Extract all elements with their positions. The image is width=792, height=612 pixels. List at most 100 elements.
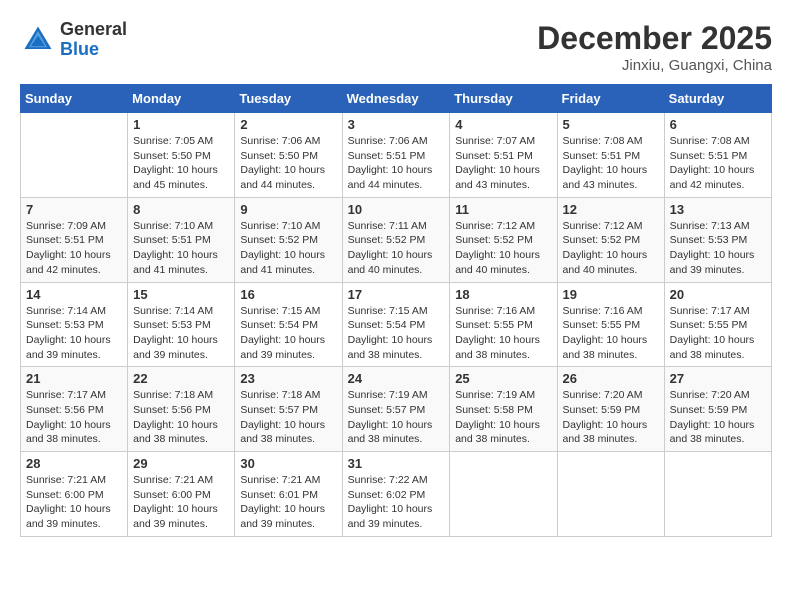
day-number: 31 (348, 456, 445, 471)
cell-info: Sunrise: 7:14 AMSunset: 5:53 PMDaylight:… (133, 304, 229, 363)
calendar-cell: 2 Sunrise: 7:06 AMSunset: 5:50 PMDaylight… (235, 113, 342, 198)
calendar-week-row: 1Sunrise: 7:05 AMSunset: 5:50 PMDaylight… (21, 113, 772, 198)
day-number: 15 (133, 287, 229, 302)
calendar-cell: 16 Sunrise: 7:15 AMSunset: 5:54 PMDayligh… (235, 282, 342, 367)
logo-general-label: General (60, 20, 127, 40)
day-number: 5 (563, 117, 659, 132)
weekday-header: Wednesday (342, 85, 450, 113)
calendar-cell: 1Sunrise: 7:05 AMSunset: 5:50 PMDaylight… (128, 113, 235, 198)
day-number: 19 (563, 287, 659, 302)
day-number: 3 (348, 117, 445, 132)
calendar-cell: 3Sunrise: 7:06 AMSunset: 5:51 PMDaylight… (342, 113, 450, 198)
cell-info: Sunrise: 7:16 AMSunset: 5:55 PMDaylight:… (563, 304, 659, 363)
cell-info: Sunrise: 7:21 AMSunset: 6:01 PMDaylight:… (240, 473, 336, 532)
calendar-cell: 13 Sunrise: 7:13 AMSunset: 5:53 PMDayligh… (664, 197, 771, 282)
day-number: 16 (240, 287, 336, 302)
day-number: 13 (670, 202, 766, 217)
cell-info: Sunrise: 7:14 AMSunset: 5:53 PMDaylight:… (26, 304, 122, 363)
calendar-week-row: 21 Sunrise: 7:17 AMSunset: 5:56 PMDayligh… (21, 367, 772, 452)
cell-info: Sunrise: 7:17 AMSunset: 5:55 PMDaylight:… (670, 304, 766, 363)
page-header: General Blue December 2025 Jinxiu, Guang… (20, 20, 772, 74)
logo-icon (20, 22, 56, 58)
weekday-header: Thursday (450, 85, 557, 113)
day-number: 8 (133, 202, 229, 217)
day-number: 30 (240, 456, 336, 471)
cell-info: Sunrise: 7:13 AMSunset: 5:53 PMDaylight:… (670, 219, 766, 278)
cell-info: Sunrise: 7:18 AMSunset: 5:57 PMDaylight:… (240, 388, 336, 447)
month-title: December 2025 (537, 20, 772, 57)
cell-info: Sunrise: 7:20 AMSunset: 5:59 PMDaylight:… (670, 388, 766, 447)
cell-info: Sunrise: 7:11 AMSunset: 5:52 PMDaylight:… (348, 219, 445, 278)
weekday-header: Tuesday (235, 85, 342, 113)
location-label: Jinxiu, Guangxi, China (537, 57, 772, 74)
cell-info: Sunrise: 7:09 AMSunset: 5:51 PMDaylight:… (26, 219, 122, 278)
cell-info: Sunrise: 7:22 AMSunset: 6:02 PMDaylight:… (348, 473, 445, 532)
cell-info: Sunrise: 7:10 AMSunset: 5:52 PMDaylight:… (240, 219, 336, 278)
cell-info: Sunrise: 7:18 AMSunset: 5:56 PMDaylight:… (133, 388, 229, 447)
calendar-cell: 21 Sunrise: 7:17 AMSunset: 5:56 PMDayligh… (21, 367, 128, 452)
calendar-cell: 29 Sunrise: 7:21 AMSunset: 6:00 PMDayligh… (128, 452, 235, 537)
weekday-header: Sunday (21, 85, 128, 113)
day-number: 29 (133, 456, 229, 471)
day-number: 23 (240, 371, 336, 386)
calendar-cell: 28Sunrise: 7:21 AMSunset: 6:00 PMDayligh… (21, 452, 128, 537)
calendar-cell: 4Sunrise: 7:07 AMSunset: 5:51 PMDaylight… (450, 113, 557, 198)
cell-info: Sunrise: 7:17 AMSunset: 5:56 PMDaylight:… (26, 388, 122, 447)
logo-text: General Blue (60, 20, 127, 60)
day-number: 6 (670, 117, 766, 132)
calendar-cell (557, 452, 664, 537)
calendar-cell: 26Sunrise: 7:20 AMSunset: 5:59 PMDayligh… (557, 367, 664, 452)
calendar-cell: 15 Sunrise: 7:14 AMSunset: 5:53 PMDayligh… (128, 282, 235, 367)
calendar-cell: 11 Sunrise: 7:12 AMSunset: 5:52 PMDayligh… (450, 197, 557, 282)
cell-info: Sunrise: 7:15 AMSunset: 5:54 PMDaylight:… (348, 304, 445, 363)
day-number: 11 (455, 202, 551, 217)
cell-info: Sunrise: 7:10 AMSunset: 5:51 PMDaylight:… (133, 219, 229, 278)
calendar-week-row: 7 Sunrise: 7:09 AMSunset: 5:51 PMDaylight… (21, 197, 772, 282)
day-number: 17 (348, 287, 445, 302)
calendar-cell: 12Sunrise: 7:12 AMSunset: 5:52 PMDayligh… (557, 197, 664, 282)
day-number: 7 (26, 202, 122, 217)
calendar-cell: 18Sunrise: 7:16 AMSunset: 5:55 PMDayligh… (450, 282, 557, 367)
calendar-cell: 17 Sunrise: 7:15 AMSunset: 5:54 PMDayligh… (342, 282, 450, 367)
day-number: 21 (26, 371, 122, 386)
calendar-cell (21, 113, 128, 198)
calendar-cell: 5Sunrise: 7:08 AMSunset: 5:51 PMDaylight… (557, 113, 664, 198)
calendar-week-row: 28Sunrise: 7:21 AMSunset: 6:00 PMDayligh… (21, 452, 772, 537)
calendar-cell: 9Sunrise: 7:10 AMSunset: 5:52 PMDaylight… (235, 197, 342, 282)
calendar-cell: 27Sunrise: 7:20 AMSunset: 5:59 PMDayligh… (664, 367, 771, 452)
calendar-cell: 31 Sunrise: 7:22 AMSunset: 6:02 PMDayligh… (342, 452, 450, 537)
day-number: 22 (133, 371, 229, 386)
cell-info: Sunrise: 7:16 AMSunset: 5:55 PMDaylight:… (455, 304, 551, 363)
weekday-header: Monday (128, 85, 235, 113)
cell-info: Sunrise: 7:20 AMSunset: 5:59 PMDaylight:… (563, 388, 659, 447)
cell-info: Sunrise: 7:21 AMSunset: 6:00 PMDaylight:… (26, 473, 122, 532)
calendar-cell: 8 Sunrise: 7:10 AMSunset: 5:51 PMDaylight… (128, 197, 235, 282)
cell-info: Sunrise: 7:21 AMSunset: 6:00 PMDaylight:… (133, 473, 229, 532)
logo: General Blue (20, 20, 127, 60)
cell-info: Sunrise: 7:12 AMSunset: 5:52 PMDaylight:… (455, 219, 551, 278)
calendar-cell: 22 Sunrise: 7:18 AMSunset: 5:56 PMDayligh… (128, 367, 235, 452)
calendar-cell: 24 Sunrise: 7:19 AMSunset: 5:57 PMDayligh… (342, 367, 450, 452)
day-number: 2 (240, 117, 336, 132)
cell-info: Sunrise: 7:08 AMSunset: 5:51 PMDaylight:… (670, 134, 766, 193)
calendar-week-row: 14Sunrise: 7:14 AMSunset: 5:53 PMDayligh… (21, 282, 772, 367)
day-number: 24 (348, 371, 445, 386)
cell-info: Sunrise: 7:15 AMSunset: 5:54 PMDaylight:… (240, 304, 336, 363)
weekday-header: Saturday (664, 85, 771, 113)
calendar-table: SundayMondayTuesdayWednesdayThursdayFrid… (20, 84, 772, 537)
cell-info: Sunrise: 7:19 AMSunset: 5:58 PMDaylight:… (455, 388, 551, 447)
weekday-header: Friday (557, 85, 664, 113)
calendar-header-row: SundayMondayTuesdayWednesdayThursdayFrid… (21, 85, 772, 113)
cell-info: Sunrise: 7:19 AMSunset: 5:57 PMDaylight:… (348, 388, 445, 447)
calendar-cell: 23 Sunrise: 7:18 AMSunset: 5:57 PMDayligh… (235, 367, 342, 452)
day-number: 12 (563, 202, 659, 217)
calendar-cell (664, 452, 771, 537)
day-number: 25 (455, 371, 551, 386)
calendar-cell: 25 Sunrise: 7:19 AMSunset: 5:58 PMDayligh… (450, 367, 557, 452)
logo-blue-label: Blue (60, 40, 127, 60)
cell-info: Sunrise: 7:06 AMSunset: 5:50 PMDaylight:… (240, 134, 336, 193)
calendar-cell (450, 452, 557, 537)
calendar-cell: 14Sunrise: 7:14 AMSunset: 5:53 PMDayligh… (21, 282, 128, 367)
cell-info: Sunrise: 7:05 AMSunset: 5:50 PMDaylight:… (133, 134, 229, 193)
cell-info: Sunrise: 7:07 AMSunset: 5:51 PMDaylight:… (455, 134, 551, 193)
